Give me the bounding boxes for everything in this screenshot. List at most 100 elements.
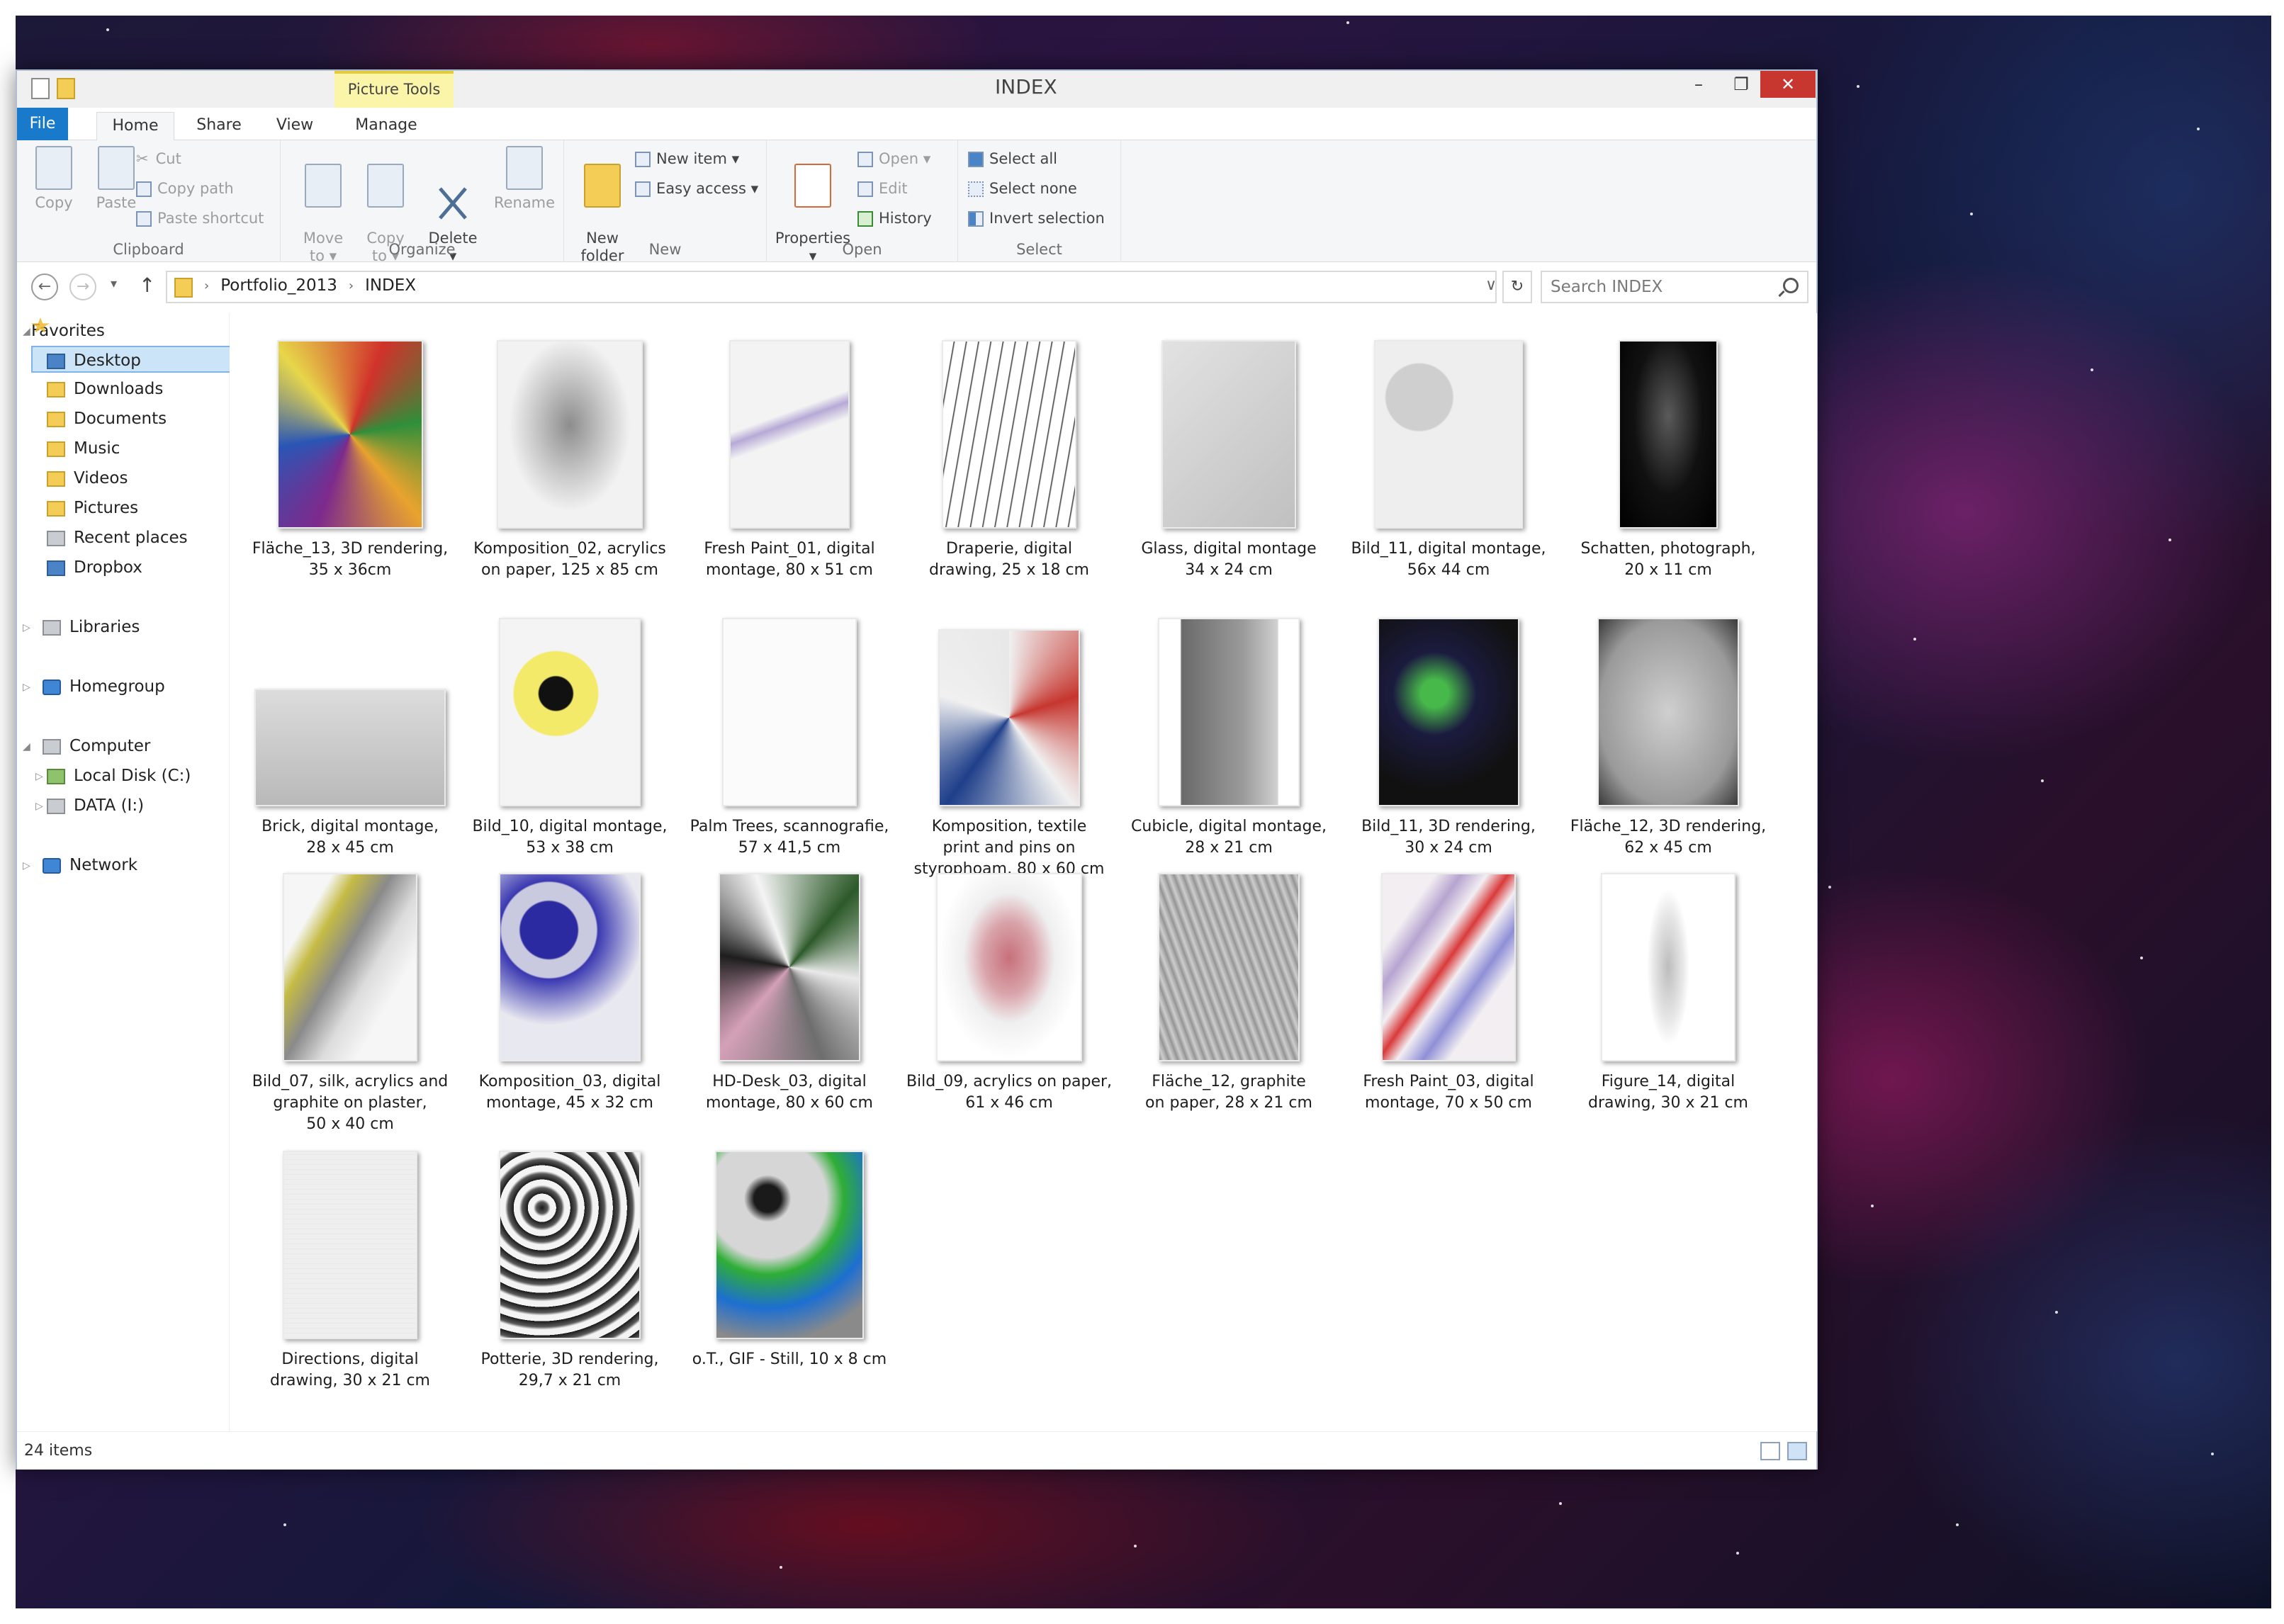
file-item[interactable]: Palm Trees, scannografie, 57 x 41,5 cm bbox=[683, 608, 896, 859]
nav-item-videos[interactable]: Videos bbox=[47, 465, 128, 492]
file-item[interactable]: Bild_10, digital montage, 53 x 38 cm bbox=[463, 608, 676, 859]
file-item[interactable]: Figure_14, digital drawing, 30 x 21 cm bbox=[1562, 863, 1774, 1114]
new-group: New folder New item ▾ Easy access ▾ New bbox=[564, 140, 767, 264]
expand-arrow-icon[interactable]: ▷ bbox=[35, 801, 43, 812]
file-thumbnail bbox=[1158, 873, 1300, 1061]
tab-manage[interactable]: Manage bbox=[340, 112, 432, 140]
search-icon bbox=[1783, 278, 1799, 293]
refresh-button[interactable]: ↻ bbox=[1502, 271, 1532, 303]
restore-button[interactable]: ❐ bbox=[1718, 71, 1765, 98]
cut-button[interactable]: ✂ Cut bbox=[136, 150, 181, 167]
file-item[interactable]: Bild_11, digital montage, 56x 44 cm bbox=[1342, 330, 1555, 581]
new-folder-icon[interactable] bbox=[57, 78, 75, 99]
nav-item-network[interactable]: Network bbox=[31, 852, 137, 879]
file-item[interactable]: Komposition_02, acrylics on paper, 125 x… bbox=[463, 330, 676, 581]
invert-selection-icon bbox=[968, 211, 984, 227]
nav-item-pictures[interactable]: Pictures bbox=[47, 495, 138, 521]
tab-view[interactable]: View bbox=[266, 112, 323, 140]
tab-share[interactable]: Share bbox=[187, 112, 251, 140]
file-item[interactable]: Fresh Paint_03, digital montage, 70 x 50… bbox=[1342, 863, 1555, 1114]
nav-item-desktop[interactable]: Desktop bbox=[31, 346, 232, 373]
file-item[interactable]: Bild_09, acrylics on paper, 61 x 46 cm bbox=[903, 863, 1115, 1114]
details-view-icon[interactable] bbox=[1760, 1442, 1780, 1460]
collapse-arrow-icon[interactable]: ◢ bbox=[23, 741, 30, 752]
new-item-button[interactable]: New item ▾ bbox=[635, 150, 739, 167]
select-all-button[interactable]: Select all bbox=[968, 150, 1057, 167]
file-item[interactable]: Fläche_12, graphite on paper, 28 x 21 cm bbox=[1123, 863, 1335, 1114]
paste-shortcut-button[interactable]: Paste shortcut bbox=[136, 210, 264, 227]
file-item[interactable]: Fläche_12, 3D rendering, 62 x 45 cm bbox=[1562, 608, 1774, 859]
open-button[interactable]: Open ▾ bbox=[857, 150, 930, 167]
collapse-arrow-icon[interactable]: ◢ bbox=[23, 326, 30, 337]
file-item[interactable]: Komposition, textile print and pins on s… bbox=[903, 608, 1115, 880]
file-item[interactable]: Glass, digital montage 34 x 24 cm bbox=[1123, 330, 1335, 581]
file-name: Bild_11, digital montage, 56x 44 cm bbox=[1351, 540, 1546, 579]
expand-arrow-icon[interactable]: ▷ bbox=[35, 771, 43, 782]
file-item[interactable]: Fläche_13, 3D rendering, 35 x 36cm bbox=[244, 330, 456, 581]
star-dot bbox=[1871, 1205, 1874, 1207]
nav-item-libraries[interactable]: Libraries bbox=[31, 614, 140, 641]
tab-file[interactable]: File bbox=[17, 108, 68, 140]
file-item[interactable]: Draperie, digital drawing, 25 x 18 cm bbox=[903, 330, 1115, 581]
file-item[interactable]: Bild_11, 3D rendering, 30 x 24 cm bbox=[1342, 608, 1555, 859]
file-item[interactable]: Fresh Paint_01, digital montage, 80 x 51… bbox=[683, 330, 896, 581]
group-label-select: Select bbox=[1016, 241, 1062, 258]
file-item[interactable]: o.T., GIF - Still, 10 x 8 cm bbox=[683, 1141, 896, 1370]
nav-item-music[interactable]: Music bbox=[47, 435, 120, 462]
nav-item-homegroup[interactable]: Homegroup bbox=[31, 673, 165, 700]
open-icon bbox=[857, 152, 873, 167]
address-field[interactable]: › Portfolio_2013 › INDEX ∨ bbox=[166, 271, 1497, 303]
back-button[interactable]: ← bbox=[31, 274, 58, 300]
nav-item-computer[interactable]: Computer bbox=[31, 733, 150, 760]
large-icons-view-icon[interactable] bbox=[1787, 1442, 1807, 1460]
invert-selection-button[interactable]: Invert selection bbox=[968, 210, 1105, 227]
file-name: o.T., GIF - Still, 10 x 8 cm bbox=[692, 1350, 887, 1368]
navigation-pane: ◢ Favorites Desktop Downloads Documents … bbox=[17, 313, 232, 1431]
easy-access-button[interactable]: Easy access ▾ bbox=[635, 180, 758, 197]
file-item[interactable]: Schatten, photograph, 20 x 11 cm bbox=[1562, 330, 1774, 581]
file-thumbnail bbox=[1597, 618, 1739, 806]
expand-arrow-icon[interactable]: ▷ bbox=[23, 622, 30, 633]
copy-button[interactable]: Copy bbox=[26, 146, 82, 212]
up-arrow-icon[interactable]: ↑ bbox=[139, 274, 155, 297]
forward-button[interactable]: → bbox=[69, 274, 96, 300]
copy-path-button[interactable]: Copy path bbox=[136, 180, 234, 197]
search-input[interactable]: Search INDEX bbox=[1541, 271, 1808, 303]
nav-item-dropbox[interactable]: Dropbox bbox=[47, 554, 142, 581]
window-title: INDEX bbox=[995, 75, 1057, 98]
minimize-button[interactable]: – bbox=[1675, 71, 1722, 98]
properties-icon[interactable] bbox=[31, 78, 50, 99]
file-name: Bild_10, digital montage, 53 x 38 cm bbox=[472, 818, 668, 857]
expand-arrow-icon[interactable]: ▷ bbox=[23, 682, 30, 693]
history-button[interactable]: History bbox=[857, 210, 932, 227]
file-item[interactable]: Komposition_03, digital montage, 45 x 32… bbox=[463, 863, 676, 1114]
star-dot bbox=[1559, 1502, 1562, 1505]
file-name: Palm Trees, scannografie, 57 x 41,5 cm bbox=[690, 818, 889, 857]
nav-item-documents[interactable]: Documents bbox=[47, 405, 167, 432]
nav-item-favorites[interactable]: Favorites bbox=[31, 317, 105, 344]
file-item[interactable]: Cubicle, digital montage, 28 x 21 cm bbox=[1123, 608, 1335, 859]
file-item[interactable]: Directions, digital drawing, 30 x 21 cm bbox=[244, 1141, 456, 1392]
file-item[interactable]: Bild_07, silk, acrylics and graphite on … bbox=[244, 863, 456, 1135]
star-dot bbox=[2055, 1311, 2058, 1314]
rename-button[interactable]: Rename bbox=[490, 146, 558, 212]
tab-home[interactable]: Home bbox=[96, 112, 174, 140]
breadcrumb-item-portfolio[interactable]: Portfolio_2013 bbox=[220, 276, 337, 295]
chevron-down-icon[interactable]: ∨ bbox=[1485, 276, 1497, 294]
nav-item-recent-places[interactable]: Recent places bbox=[47, 524, 188, 551]
file-item[interactable]: Brick, digital montage, 28 x 45 cm bbox=[244, 608, 456, 859]
expand-arrow-icon[interactable]: ▷ bbox=[23, 860, 30, 872]
folder-icon bbox=[174, 278, 193, 298]
breadcrumb-item-index[interactable]: INDEX bbox=[365, 276, 416, 295]
nav-item-downloads[interactable]: Downloads bbox=[47, 376, 163, 402]
star-dot bbox=[1346, 21, 1349, 24]
nav-item-local-disk[interactable]: Local Disk (C:) bbox=[47, 762, 191, 789]
select-none-button[interactable]: Select none bbox=[968, 180, 1077, 197]
recent-locations-chevron-down-icon[interactable]: ▾ bbox=[111, 276, 117, 291]
file-item[interactable]: HD-Desk_03, digital montage, 80 x 60 cm bbox=[683, 863, 896, 1114]
star-dot bbox=[2211, 1453, 2214, 1455]
file-item[interactable]: Potterie, 3D rendering, 29,7 x 21 cm bbox=[463, 1141, 676, 1392]
close-button[interactable]: ✕ bbox=[1760, 71, 1816, 98]
nav-item-data-drive[interactable]: DATA (I:) bbox=[47, 792, 144, 819]
edit-button[interactable]: Edit bbox=[857, 180, 908, 197]
